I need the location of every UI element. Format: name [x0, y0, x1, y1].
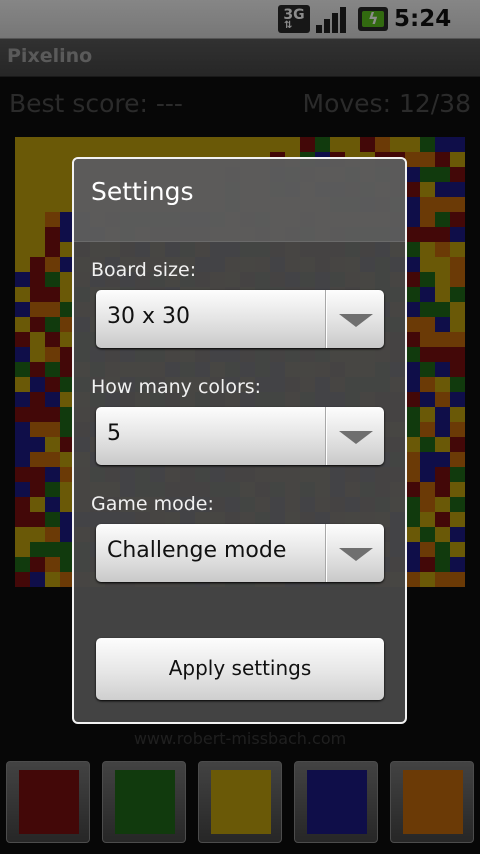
settings-dialog: Settings Board size: 30 x 30 How many co… — [72, 157, 407, 724]
colors-spinner[interactable]: 5 — [96, 407, 384, 465]
chevron-down-icon — [339, 431, 373, 444]
dialog-title: Settings — [91, 177, 194, 206]
apply-settings-label: Apply settings — [168, 656, 312, 680]
game-mode-spinner[interactable]: Challenge mode — [96, 524, 384, 582]
game-mode-label: Game mode: — [91, 493, 214, 515]
game-mode-value: Challenge mode — [107, 538, 287, 563]
spinner-divider — [325, 524, 326, 582]
chevron-down-icon — [339, 314, 373, 327]
board-size-label: Board size: — [91, 259, 197, 281]
colors-label: How many colors: — [91, 376, 262, 398]
spinner-divider — [325, 290, 326, 348]
board-size-spinner[interactable]: 30 x 30 — [96, 290, 384, 348]
dialog-header: Settings — [74, 159, 405, 242]
chevron-down-icon — [339, 548, 373, 561]
apply-settings-button[interactable]: Apply settings — [96, 638, 384, 700]
colors-value: 5 — [107, 421, 121, 446]
board-size-value: 30 x 30 — [107, 304, 190, 329]
spinner-divider — [325, 407, 326, 465]
